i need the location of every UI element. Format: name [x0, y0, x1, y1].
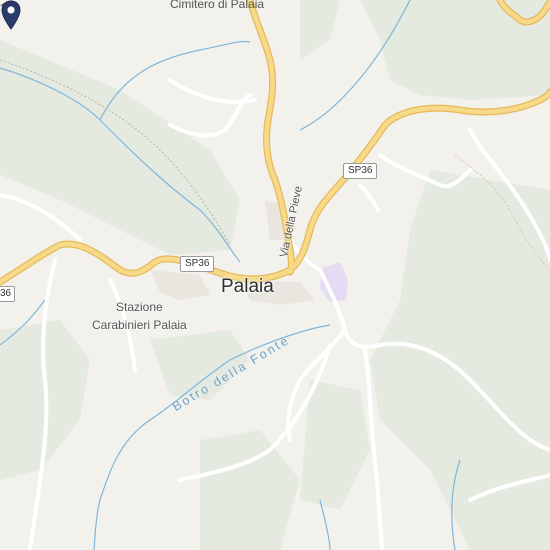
map-view[interactable]: Cimitero di Palaia Via della Pieve Botro…	[0, 0, 550, 550]
road-shield-sp36-west: SP36	[180, 256, 215, 272]
location-pin-icon[interactable]	[0, 0, 22, 30]
poi-label-line-1[interactable]: Stazione	[116, 300, 163, 314]
road-shield-36-edge: 36	[0, 286, 16, 302]
cemetery-label[interactable]: Cimitero di Palaia	[170, 0, 264, 11]
road-shield-sp36: SP36	[343, 163, 378, 179]
map-base-layer	[0, 0, 550, 550]
poi-label-line-2[interactable]: Carabinieri Palaia	[92, 318, 187, 332]
town-label[interactable]: Palaia	[221, 276, 274, 298]
